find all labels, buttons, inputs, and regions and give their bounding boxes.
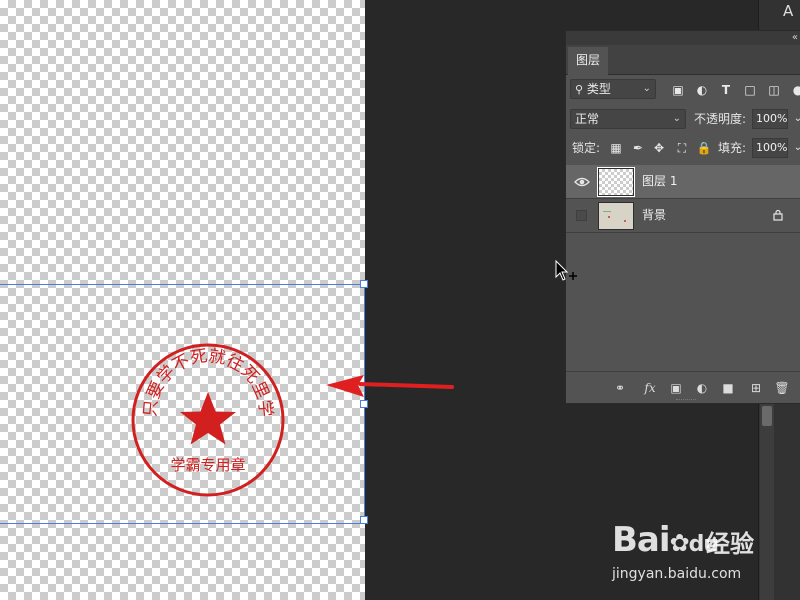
transform-handle-bottom-right[interactable] <box>360 516 368 524</box>
lock-label: 锁定: <box>572 141 601 155</box>
red-arrow-annotation <box>326 375 454 397</box>
layer-row-background[interactable]: 背景 <box>566 199 800 233</box>
character-panel-button[interactable]: A <box>783 2 800 26</box>
fill-dropdown-icon[interactable]: ⌄ <box>790 140 800 156</box>
layer-filter-row: ⚲ 类型 ⌄ ▣ ◐ T □ ◫ ● <box>566 79 800 107</box>
panel-tab-bar: 图层 <box>566 45 800 75</box>
adjustment-filter-icon[interactable]: ◐ <box>694 82 710 98</box>
layer-thumbnail <box>597 167 635 197</box>
link-icon[interactable]: ⚭ <box>612 380 628 396</box>
visibility-toggle[interactable] <box>576 210 587 221</box>
transform-handle-middle-right[interactable] <box>360 400 368 408</box>
seal-star-icon <box>180 392 236 445</box>
smart-object-filter-icon[interactable]: ◫ <box>766 82 782 98</box>
jingyan-brand-text: 经验 <box>706 530 754 558</box>
blend-mode-label: 正常 <box>575 112 600 126</box>
lock-image-pixels-icon[interactable]: ✒ <box>630 140 646 156</box>
transform-handle-top-right[interactable] <box>360 280 368 288</box>
pixel-filter-icon[interactable]: ▣ <box>670 82 686 98</box>
panel-bottom-toolbar: ⚭ fx ▣ ◐ ■ ⊞ 🗑 <box>566 371 800 403</box>
eye-icon[interactable] <box>574 175 590 189</box>
chevron-down-icon: ⌄ <box>672 113 681 124</box>
filter-kind-dropdown[interactable]: ⚲ 类型 ⌄ <box>570 79 656 99</box>
opacity-dropdown-icon[interactable]: ⌄ <box>790 111 800 127</box>
background-thumbnail-image <box>603 211 626 222</box>
lock-transparent-pixels-icon[interactable]: ▦ <box>608 140 624 156</box>
lock-row: 锁定: ▦ ✒ ✥ ⛶ 🔒 填充: 100% ⌄ <box>566 137 800 165</box>
layer-thumbnail <box>598 202 634 230</box>
prevent-autonest-icon[interactable]: ⛶ <box>674 140 690 156</box>
lock-icon <box>773 209 783 221</box>
fill-input[interactable]: 100% <box>752 138 788 158</box>
layer-name[interactable]: 图层 1 <box>642 172 677 189</box>
panel-resize-grip[interactable] <box>676 399 696 402</box>
lock-position-icon[interactable]: ✥ <box>651 140 667 156</box>
blend-mode-row: 正常 ⌄ 不透明度: 100% ⌄ <box>566 109 800 137</box>
tab-layers[interactable]: 图层 <box>568 47 609 75</box>
seal-stamp-image[interactable]: 只要学不死就往死里学 学霸专用章 <box>128 340 288 500</box>
opacity-input[interactable]: 100% <box>752 109 788 129</box>
collapse-panel-icon[interactable]: « <box>792 31 798 45</box>
paw-icon: ✿ <box>669 529 690 557</box>
mask-icon[interactable]: ▣ <box>668 380 684 396</box>
baidu-logo-text: Bai✿du <box>612 520 719 560</box>
filter-toggle-icon[interactable]: ● <box>790 82 800 98</box>
photoshop-window: { "layers_panel": { "tab_label": "图层", "… <box>0 0 800 600</box>
layers-panel: « 图层 ⚲ 类型 ⌄ ▣ ◐ T □ ◫ ● 正常 ⌄ 不透明度: 100% … <box>565 30 800 404</box>
filter-kind-label: 类型 <box>586 82 611 96</box>
type-filter-icon[interactable]: T <box>718 82 734 98</box>
folder-icon[interactable]: ■ <box>720 380 736 396</box>
scrollbar-thumb[interactable] <box>762 406 772 426</box>
move-cursor-icon <box>555 260 577 281</box>
watermark-url: jingyan.baidu.com <box>612 566 742 582</box>
layer-row-layer1[interactable]: 图层 1 <box>566 165 800 199</box>
seal-bottom-text: 学霸专用章 <box>170 456 245 474</box>
fx-icon[interactable]: fx <box>642 380 658 396</box>
adjustment-icon[interactable]: ◐ <box>694 380 710 396</box>
new-layer-icon[interactable]: ⊞ <box>748 380 764 396</box>
layer-name[interactable]: 背景 <box>642 206 666 223</box>
panel-header-bar: « <box>566 31 800 45</box>
fill-label: 填充: <box>718 141 747 155</box>
trash-icon[interactable]: 🗑 <box>774 380 790 396</box>
chevron-down-icon: ⌄ <box>642 83 651 94</box>
search-icon: ⚲ <box>575 83 584 96</box>
baidu-jingyan-watermark: Bai✿du 经验 jingyan.baidu.com <box>612 512 792 588</box>
shape-filter-icon[interactable]: □ <box>742 82 758 98</box>
blend-mode-dropdown[interactable]: 正常 ⌄ <box>570 109 686 129</box>
lock-all-icon[interactable]: 🔒 <box>696 140 712 156</box>
opacity-label: 不透明度: <box>694 112 747 126</box>
